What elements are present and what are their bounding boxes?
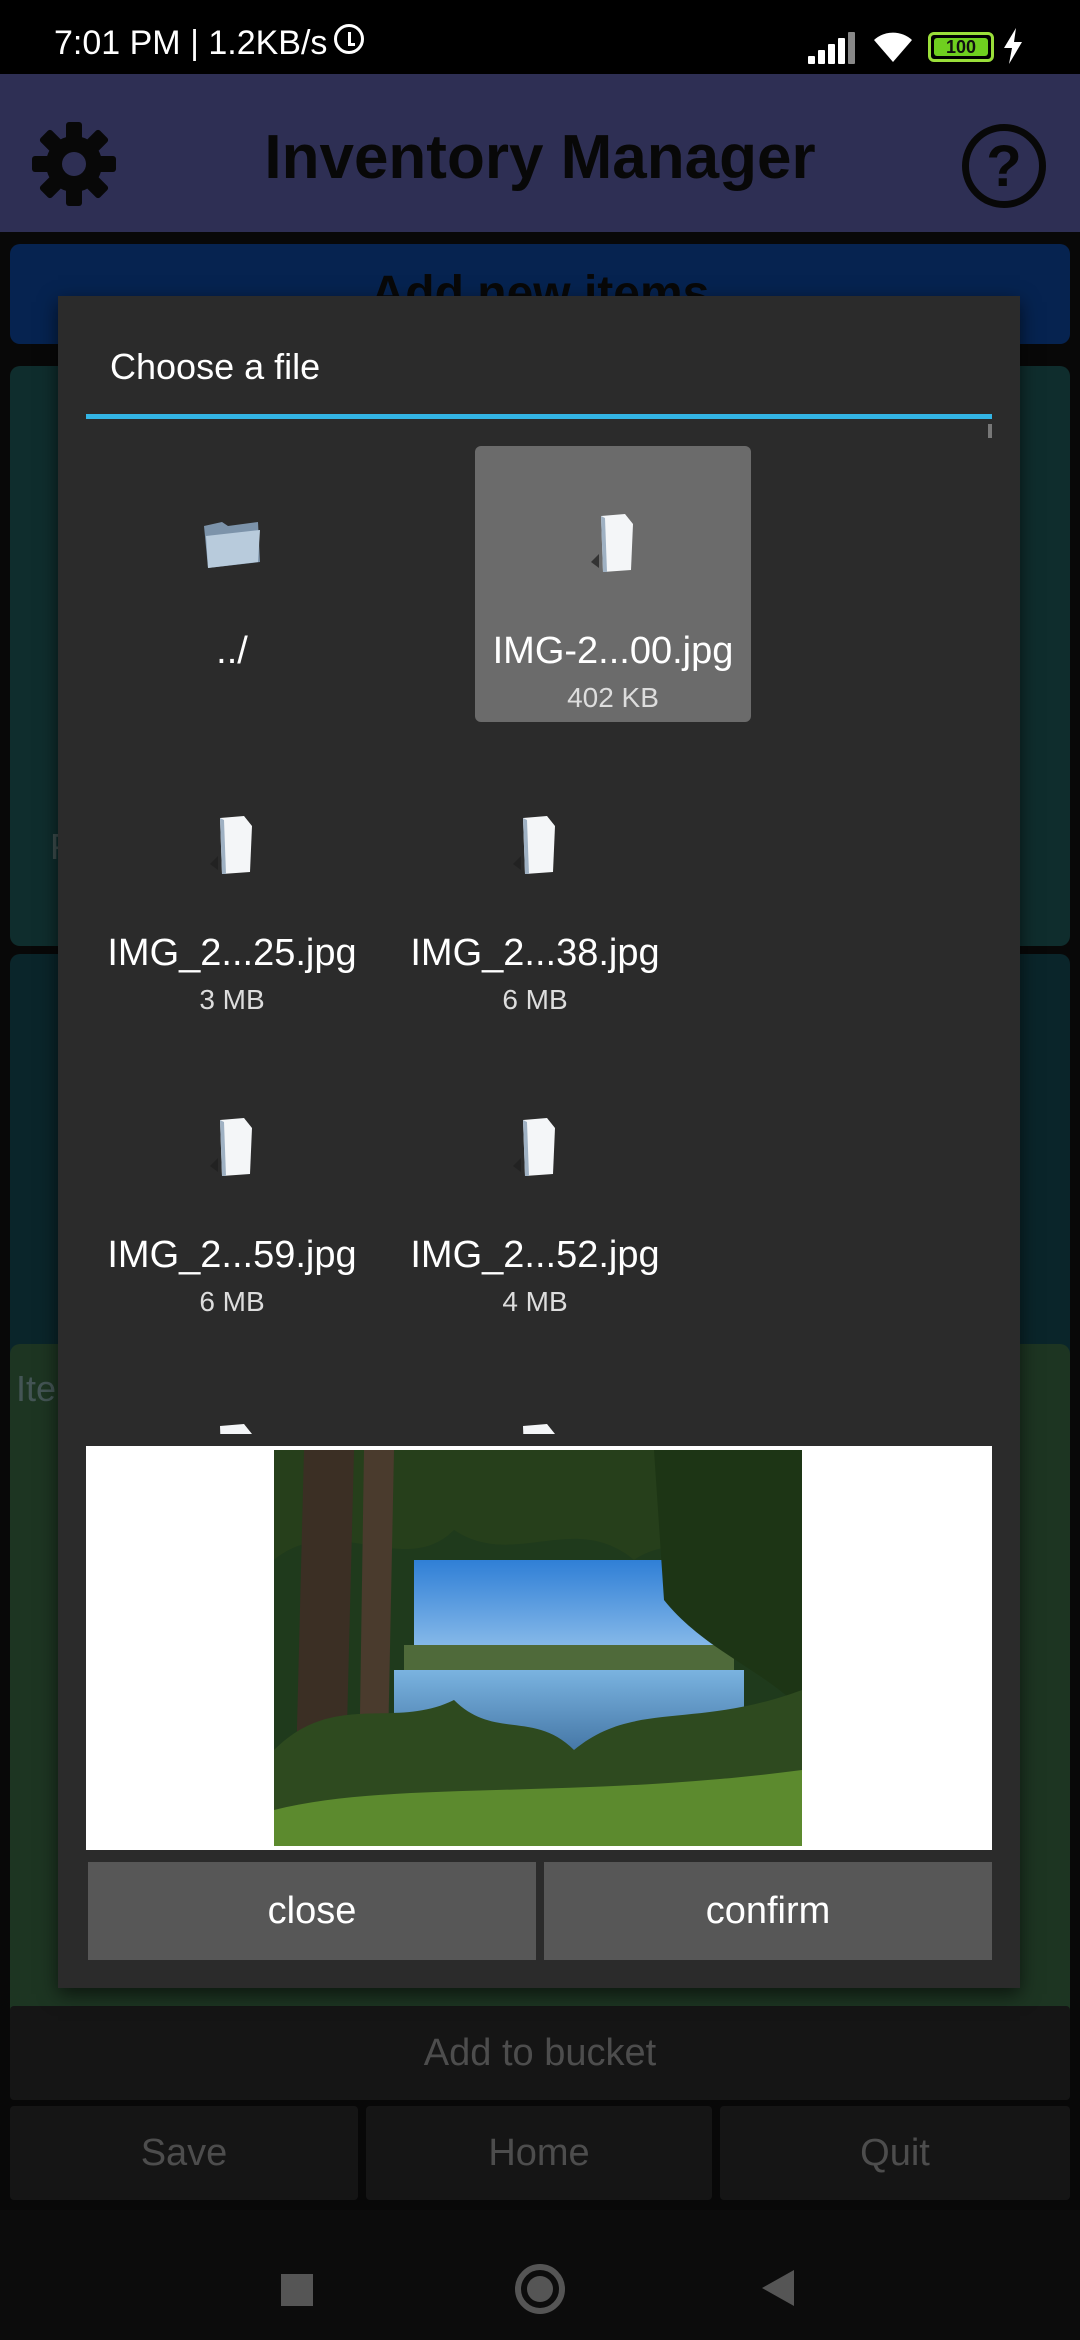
file-size: 4 MB: [502, 1286, 568, 1317]
alarm-icon: [334, 24, 364, 54]
file-name: IMG-2...00.jpg: [492, 630, 734, 672]
file-icon: [210, 816, 252, 874]
signal-icon: [808, 30, 858, 64]
file-name: IMG_2...59.jpg: [107, 1234, 357, 1276]
confirm-button[interactable]: confirm: [544, 1862, 992, 1960]
file-chooser-dialog: Choose a file ../ IMG-2...00.jpg 402 KB: [58, 296, 1020, 1988]
file-size: 402 KB: [567, 682, 659, 713]
file-size: 3 MB: [199, 984, 265, 1015]
file-size: 6 MB: [502, 984, 568, 1015]
dialog-title: Choose a file: [110, 346, 321, 387]
battery-icon: 100: [928, 32, 994, 62]
home-icon[interactable]: [515, 2264, 565, 2314]
recents-icon[interactable]: [281, 2274, 313, 2306]
close-button[interactable]: close: [88, 1862, 536, 1960]
file-tile-selected[interactable]: IMG-2...00.jpg 402 KB: [475, 446, 751, 722]
folder-icon: [204, 522, 260, 568]
system-nav-bar: [0, 2210, 1080, 2340]
charging-icon: [1004, 28, 1022, 64]
file-icon: [523, 1424, 555, 1434]
file-tile[interactable]: IMG_2...25.jpg 3 MB: [94, 748, 370, 1024]
file-name: IMG_2...52.jpg: [410, 1234, 660, 1276]
file-icon: [513, 816, 555, 874]
file-name: ../: [216, 630, 248, 672]
file-grid[interactable]: ../ IMG-2...00.jpg 402 KB IMG_2...25.jpg…: [86, 436, 992, 1434]
preview-photo: [274, 1450, 802, 1846]
file-icon: [220, 1424, 252, 1434]
status-bar: 7:01 PM | 1.2KB/s 100: [0, 0, 1080, 74]
file-icon: [513, 1118, 555, 1176]
file-tile[interactable]: IMG_2...59.jpg 6 MB: [94, 1050, 370, 1326]
file-size: 6 MB: [199, 1286, 265, 1317]
wifi-icon: [874, 32, 912, 62]
status-time: 7:01 PM | 1.2KB/s: [54, 24, 328, 62]
battery-level: 100: [934, 38, 988, 56]
back-icon[interactable]: [762, 2270, 794, 2306]
file-icon: [591, 514, 633, 572]
file-icon: [210, 1118, 252, 1176]
file-name: IMG_2...25.jpg: [107, 932, 357, 974]
title-divider: [86, 414, 992, 419]
file-tile-parent[interactable]: ../: [94, 446, 370, 722]
image-preview: [86, 1446, 992, 1850]
file-tile[interactable]: IMG_2...38.jpg 6 MB: [397, 748, 673, 1024]
file-tile[interactable]: IMG_2...52.jpg 4 MB: [397, 1050, 673, 1326]
file-name: IMG_2...38.jpg: [410, 932, 660, 974]
